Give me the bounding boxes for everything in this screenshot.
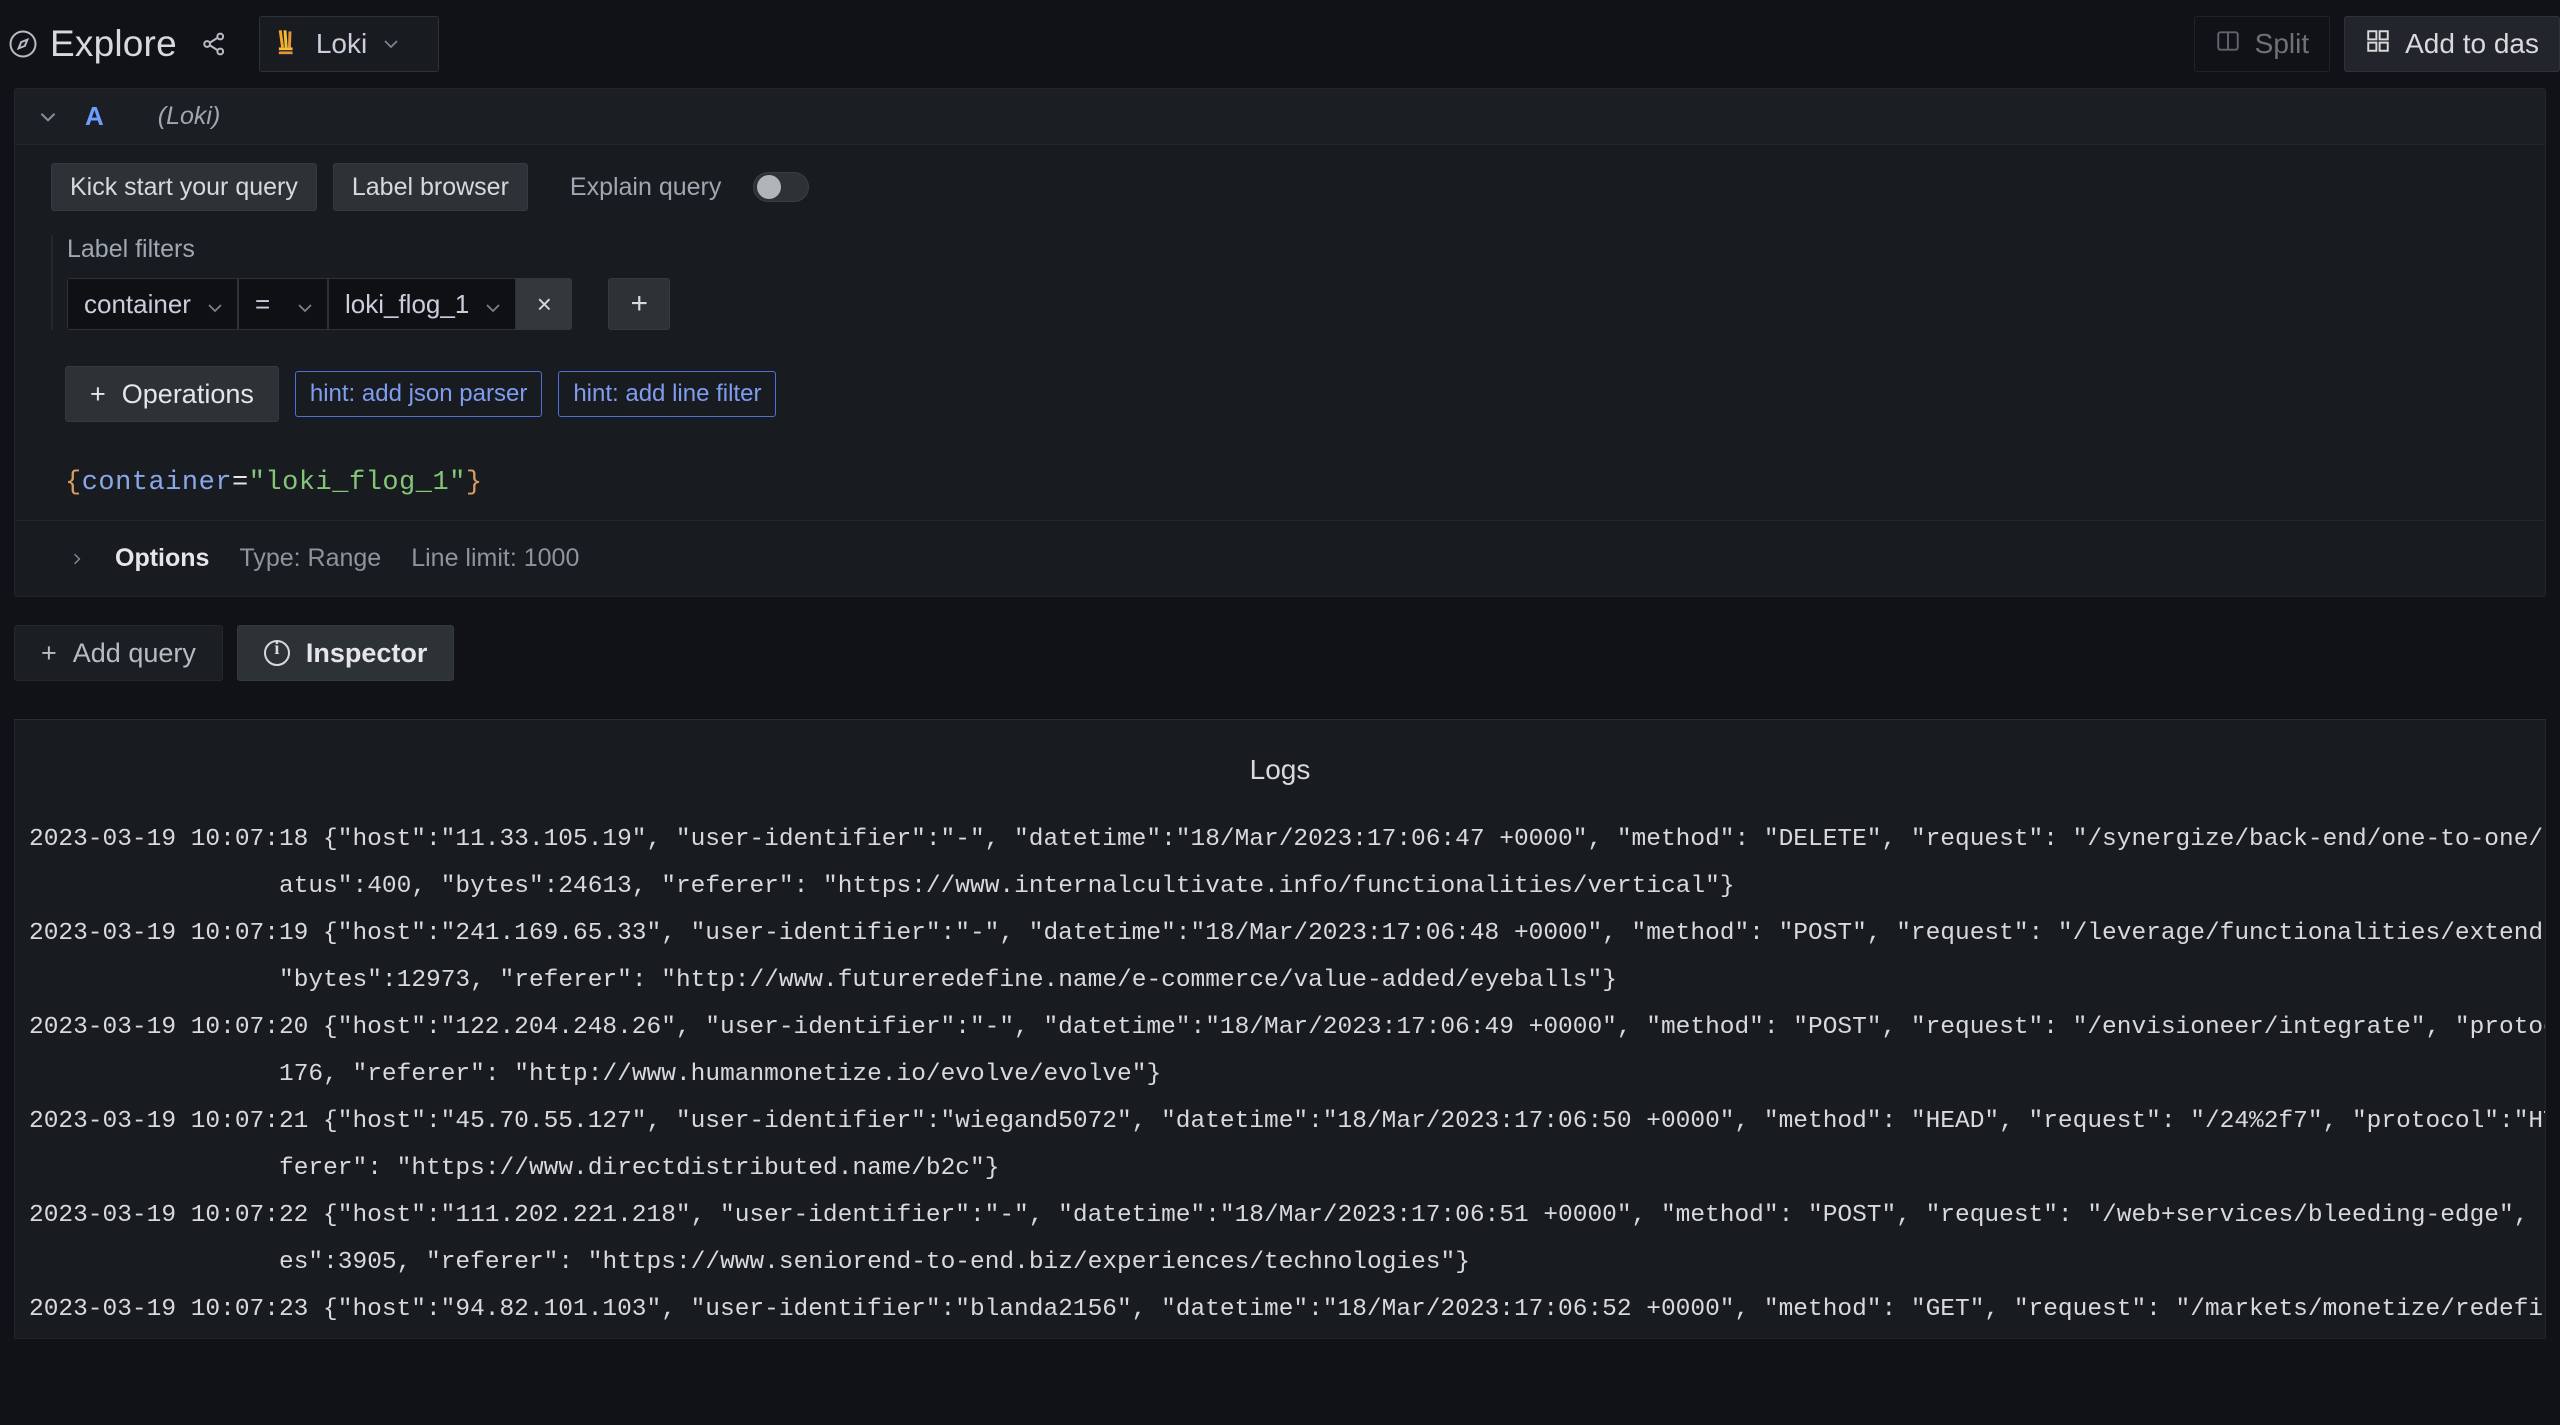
chevron-right-icon[interactable] <box>69 550 85 568</box>
filter-key-value: container <box>84 288 191 319</box>
options-label: Options <box>115 544 210 572</box>
plus-icon: + <box>41 637 57 668</box>
compass-icon <box>8 29 38 59</box>
raw-equals: = <box>232 468 249 498</box>
label-filter-0: container = loki_flog_1 × <box>67 278 573 330</box>
log-line-wrapped: es":3905, "referer": "https://www.senior… <box>279 1249 1470 1276</box>
filter-operator-value: = <box>254 288 271 319</box>
log-line-primary: 2023-03-19 10:07:18 {"host":"11.33.105.1… <box>29 826 2546 853</box>
add-query-button[interactable]: + Add query <box>14 625 223 681</box>
explain-query-label: Explain query <box>569 172 722 201</box>
explain-query-toggle[interactable] <box>753 172 810 202</box>
datasource-name: Loki <box>315 28 368 59</box>
loki-logo-icon <box>274 28 302 60</box>
label-browser-button[interactable]: Label browser <box>332 163 528 211</box>
chevron-down-icon <box>295 294 315 314</box>
log-line-primary: 2023-03-19 10:07:19 {"host":"241.169.65.… <box>29 920 2546 947</box>
hint-add-line-filter-button[interactable]: hint: add line filter <box>558 371 777 417</box>
raw-label-key: container <box>81 468 233 498</box>
raw-close-brace: } <box>465 468 483 498</box>
add-query-label: Add query <box>72 637 196 668</box>
log-line-primary: 2023-03-19 10:07:20 {"host":"122.204.248… <box>29 1014 2546 1041</box>
filter-key-select[interactable]: container <box>67 278 238 330</box>
filter-operator-select[interactable]: = <box>237 278 328 330</box>
query-editor-body: Kick start your query Label browser Expl… <box>15 145 2545 520</box>
label-filters-section: Label filters container = loki_flog_1 × … <box>51 235 2509 330</box>
dashboard-grid-icon <box>2365 28 2391 61</box>
chevron-down-icon[interactable] <box>37 106 59 128</box>
plus-icon: + <box>90 378 106 409</box>
query-row-header[interactable]: A (Loki) <box>15 89 2545 145</box>
filter-value-value: loki_flog_1 <box>344 288 470 319</box>
log-line-primary: 2023-03-19 10:07:22 {"host":"111.202.221… <box>29 1202 2546 1229</box>
log-line-wrapped: 176, "referer": "http://www.humanmonetiz… <box>279 1061 1162 1088</box>
split-label: Split <box>2254 28 2310 59</box>
add-to-dashboard-button[interactable]: Add to das <box>2344 16 2560 72</box>
add-filter-button[interactable]: + <box>608 278 671 330</box>
query-options-bar[interactable]: Options Type: Range Line limit: 1000 <box>15 520 2545 596</box>
label-browser-label: Label browser <box>351 172 509 201</box>
inspector-label: Inspector <box>305 637 428 668</box>
log-line-primary: 2023-03-19 10:07:21 {"host":"45.70.55.12… <box>29 1108 2546 1135</box>
filter-value-select[interactable]: loki_flog_1 <box>327 278 517 330</box>
log-row[interactable]: 2023-03-19 10:07:23 {"host":"94.82.101.1… <box>29 1286 2546 1338</box>
label-filters-heading: Label filters <box>67 235 195 263</box>
query-editor-card: A (Loki) Kick start your query Label bro… <box>14 88 2546 597</box>
operations-label: Operations <box>121 378 254 409</box>
log-row[interactable]: 2023-03-19 10:07:20 {"host":"122.204.248… <box>29 1004 2545 1098</box>
share-icon[interactable] <box>199 29 229 59</box>
chevron-down-icon <box>483 294 503 314</box>
logs-panel-title: Logs <box>1249 754 1311 785</box>
log-line-wrapped: atus":400, "bytes":24613, "referer": "ht… <box>279 873 1735 900</box>
remove-filter-button[interactable]: × <box>516 278 573 330</box>
query-datasource-label: (Loki) <box>157 102 221 130</box>
log-row[interactable]: 2023-03-19 10:07:19 {"host":"241.169.65.… <box>29 910 2545 1004</box>
kick-start-label: Kick start your query <box>70 172 298 201</box>
chevron-down-icon <box>381 34 401 54</box>
add-to-dashboard-label: Add to das <box>2405 28 2539 59</box>
log-row[interactable]: 2023-03-19 10:07:21 {"host":"45.70.55.12… <box>29 1098 2545 1192</box>
top-bar: Explore Loki Split Add to das <box>0 0 2560 88</box>
raw-open-brace: { <box>65 468 82 498</box>
query-tools-row: Kick start your query Label browser Expl… <box>15 163 2545 211</box>
info-icon <box>263 638 290 666</box>
logs-panel: Logs 2023-03-19 10:07:18 {"host":"11.33.… <box>14 719 2546 1339</box>
top-bar-actions: Split Add to das <box>2193 0 2560 88</box>
operations-row: + Operations hint: add json parser hint:… <box>15 330 2545 422</box>
datasource-picker[interactable]: Loki <box>258 16 439 72</box>
log-line-wrapped: "bytes":12973, "referer": "http://www.fu… <box>279 967 1617 994</box>
options-type: Type: Range <box>239 544 382 572</box>
options-line-limit: Line limit: 1000 <box>411 544 580 572</box>
page-title: Explore <box>50 23 177 64</box>
kick-start-button[interactable]: Kick start your query <box>51 163 317 211</box>
raw-query-preview: {container="loki_flog_1"} <box>15 422 2545 520</box>
split-button[interactable]: Split <box>2193 16 2331 72</box>
split-icon <box>2215 28 2241 61</box>
inspector-button[interactable]: Inspector <box>236 625 455 681</box>
raw-label-value: "loki_flog_1" <box>248 468 466 498</box>
query-actions-row: + Add query Inspector <box>0 597 2560 709</box>
operations-button[interactable]: + Operations <box>65 366 279 422</box>
log-rows-container[interactable]: 2023-03-19 10:07:18 {"host":"11.33.105.1… <box>15 816 2546 1338</box>
log-row[interactable]: 2023-03-19 10:07:18 {"host":"11.33.105.1… <box>29 816 2545 910</box>
label-filters-row: container = loki_flog_1 × + <box>53 278 2509 330</box>
hint-add-json-parser-button[interactable]: hint: add json parser <box>294 371 543 417</box>
log-line-wrapped: "status":201, "bytes":8208, "referer": "… <box>29 1333 2545 1338</box>
log-line-wrapped: ferer": "https://www.directdistributed.n… <box>279 1155 1000 1182</box>
query-ref-id[interactable]: A <box>85 101 104 132</box>
log-line-primary: 2023-03-19 10:07:23 {"host":"94.82.101.1… <box>29 1296 2546 1323</box>
chevron-down-icon <box>205 294 225 314</box>
log-row[interactable]: 2023-03-19 10:07:22 {"host":"111.202.221… <box>29 1192 2545 1286</box>
